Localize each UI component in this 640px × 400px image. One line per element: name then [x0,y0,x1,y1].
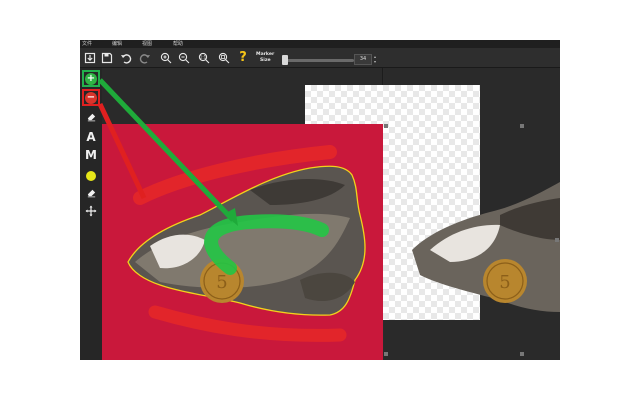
handle-tr[interactable] [520,124,524,128]
handle-br[interactable] [520,352,524,356]
handle-r[interactable] [555,238,559,242]
handle-tl[interactable] [384,124,388,128]
canvas-artwork: 5 5 [97,78,560,360]
coin-glyph: 5 [216,272,227,293]
handle-bl[interactable] [384,352,388,356]
result-coin-glyph: 5 [499,272,510,293]
